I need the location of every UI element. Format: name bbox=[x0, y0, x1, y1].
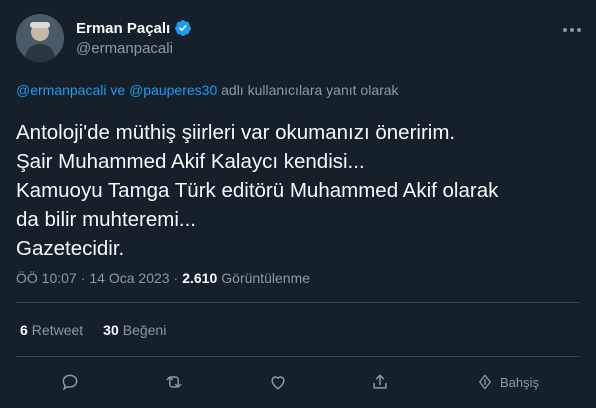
like-icon[interactable] bbox=[266, 370, 290, 394]
likes-stat[interactable]: 30 Beğeni bbox=[103, 322, 166, 338]
tweet-meta: ÖÖ 10:07 · 14 Oca 2023 · 2.610 Görüntüle… bbox=[16, 270, 310, 286]
tip-icon bbox=[476, 373, 494, 391]
views-label: Görüntülenme bbox=[221, 270, 310, 286]
tip-button[interactable]: Bahşiş bbox=[476, 370, 539, 394]
author-name-row[interactable]: Erman Paçalı bbox=[76, 19, 192, 37]
tweet-text-line: da bilir muhteremi... bbox=[16, 208, 197, 231]
author-handle[interactable]: @ermanpacali bbox=[76, 40, 173, 57]
retweets-count: 6 bbox=[20, 322, 28, 338]
likes-count: 30 bbox=[103, 322, 119, 338]
reply-mention-link[interactable]: @ermanpacali bbox=[16, 82, 106, 98]
retweets-label: Retweet bbox=[31, 322, 84, 338]
meta-separator: · bbox=[173, 270, 179, 286]
divider bbox=[16, 356, 580, 357]
divider bbox=[16, 302, 580, 303]
tweet-date[interactable]: 14 Oca 2023 bbox=[89, 270, 169, 286]
tweet-text-line: Gazetecidir. bbox=[16, 237, 125, 260]
likes-label: Beğeni bbox=[122, 322, 167, 338]
reply-context-suffix: adlı kullanıcılara yanıt olarak bbox=[217, 82, 399, 98]
tweet-text-line: Kamuoyu Tamga Türk editörü Muhammed Akif… bbox=[16, 179, 499, 202]
verified-badge-icon bbox=[174, 19, 192, 37]
reply-icon[interactable] bbox=[58, 370, 82, 394]
tweet-stats: 6 Retweet 30 Beğeni bbox=[20, 322, 166, 338]
author-display-name[interactable]: Erman Paçalı bbox=[76, 20, 170, 37]
reply-connector: ve bbox=[106, 82, 130, 98]
more-options-icon[interactable] bbox=[560, 22, 584, 38]
tweet-time[interactable]: ÖÖ 10:07 bbox=[16, 270, 77, 286]
reply-mention-link[interactable]: @pauperes30 bbox=[129, 82, 217, 98]
tweet-detail: Erman Paçalı @ermanpacali @ermanpacali v… bbox=[0, 0, 596, 408]
tweet-text-line: Antoloji'de müthiş şiirleri var okumanız… bbox=[16, 121, 456, 144]
tweet-text-line: Şair Muhammed Akif Kalaycı kendisi... bbox=[16, 150, 365, 173]
tip-label: Bahşiş bbox=[500, 374, 540, 390]
avatar[interactable] bbox=[16, 14, 64, 62]
retweet-icon[interactable] bbox=[162, 370, 186, 394]
views-count: 2.610 bbox=[182, 270, 218, 286]
retweets-stat[interactable]: 6 Retweet bbox=[20, 322, 83, 338]
tweet-text: Antoloji'de müthiş şiirleri var okumanız… bbox=[16, 118, 576, 263]
tweet-actions: Bahşiş bbox=[0, 364, 596, 400]
meta-separator: · bbox=[80, 270, 86, 286]
share-icon[interactable] bbox=[368, 370, 392, 394]
reply-context: @ermanpacali ve @pauperes30 adlı kullanı… bbox=[16, 82, 399, 98]
